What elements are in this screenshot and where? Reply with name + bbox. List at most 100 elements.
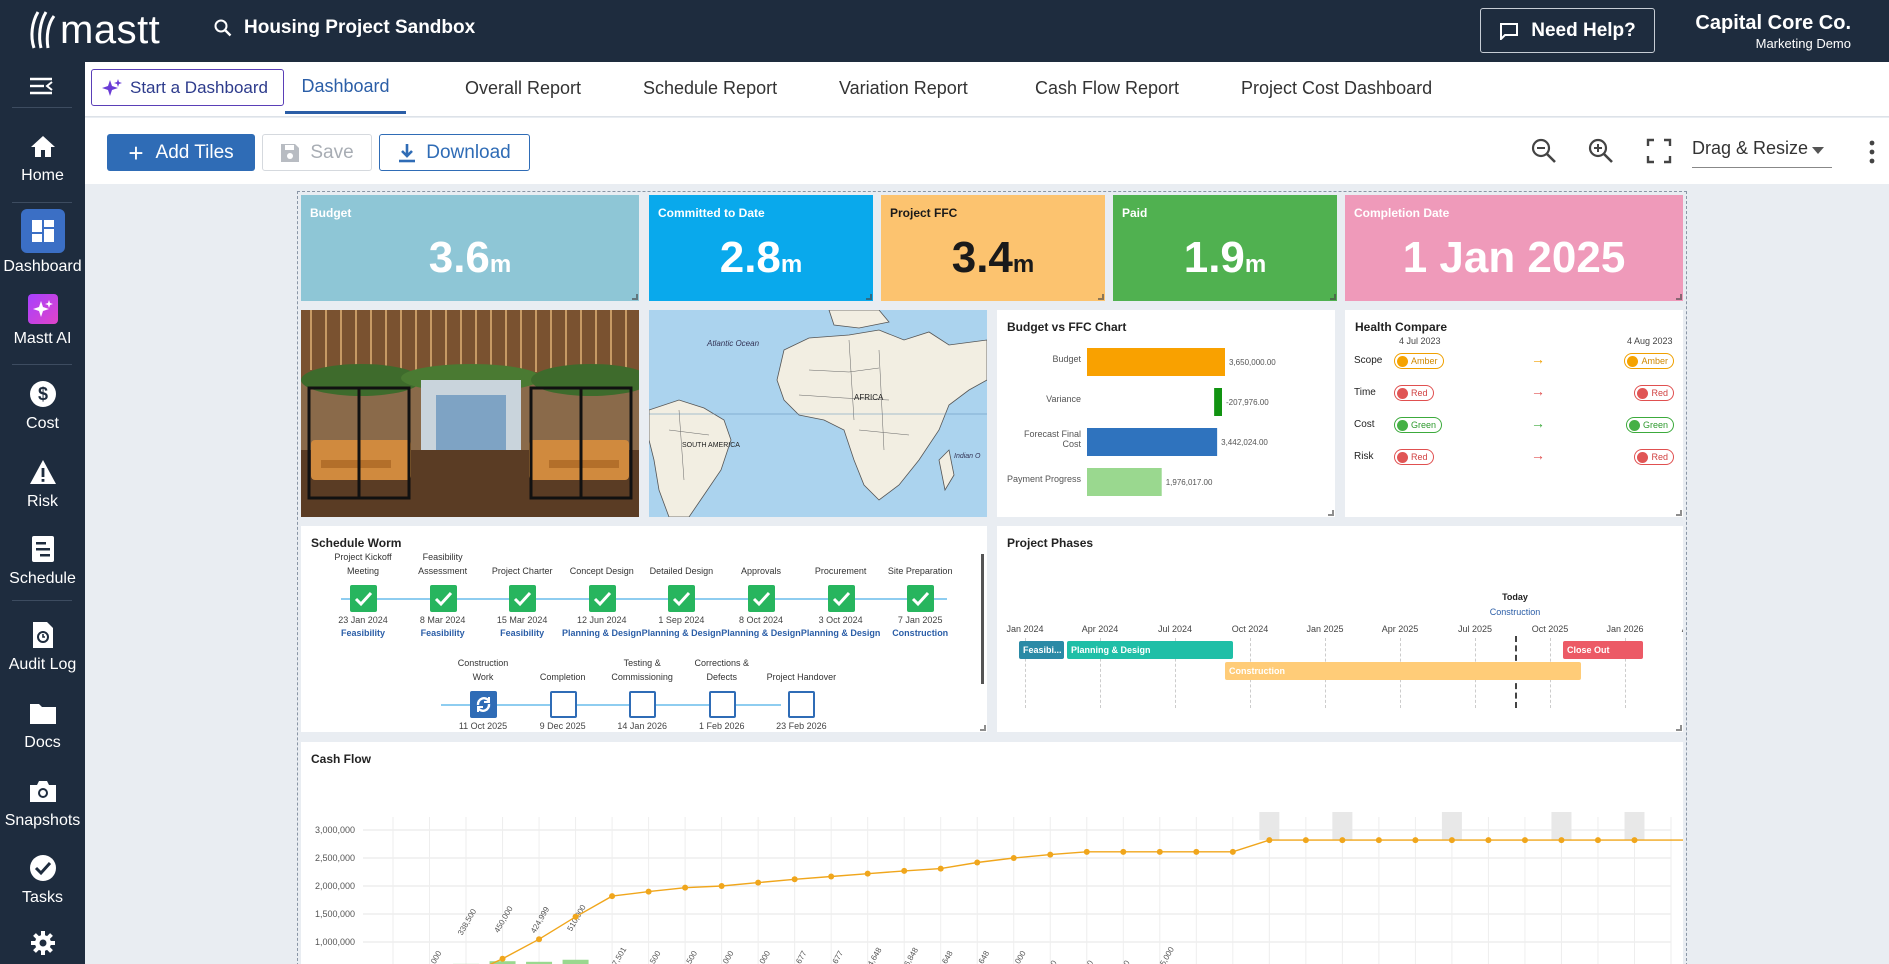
milestone-complete[interactable] [907,585,935,612]
scrollbar[interactable] [981,554,984,684]
budget-vs-ffc-tile[interactable]: Budget vs FFC Chart Budget 3,650,000.00 Va… [997,310,1335,517]
add-tiles-button[interactable]: + Add Tiles [107,134,255,171]
sidebar-item-schedule[interactable]: Schedule [0,532,85,588]
mode-select[interactable]: Drag & Resize [1692,138,1832,168]
cumulative-point[interactable] [572,913,579,920]
phase-bar[interactable]: Planning & Design [1067,641,1233,659]
sidebar-item-mastt-ai[interactable]: Mastt AI [0,292,85,348]
cumulative-point[interactable] [1448,837,1455,844]
start-dashboard-button[interactable]: Start a Dashboard [91,69,284,106]
need-help-button[interactable]: Need Help? [1480,8,1655,53]
sidebar-item-cost[interactable]: $ Cost [0,377,85,433]
phase-bar[interactable]: Close Out [1563,641,1643,659]
resize-handle[interactable] [632,294,638,300]
health-compare-tile[interactable]: Health Compare 4 Jul 2023 4 Aug 2023 Sco… [1345,310,1683,517]
tab-cash-flow-report[interactable]: Cash Flow Report [1035,62,1179,114]
cumulative-point[interactable] [1375,837,1382,844]
project-phases-tile[interactable]: Project Phases Jan 2024 Apr 2024 Jul 2024 O… [997,526,1683,732]
cumulative-point[interactable] [499,955,506,962]
kpi-completion-date-tile[interactable]: Completion Date 1 Jan 2025 [1345,195,1683,301]
fullscreen-icon[interactable] [1646,138,1672,169]
company-switcher[interactable]: Capital Core Co. Marketing Demo [1695,12,1851,51]
cumulative-point[interactable] [828,873,835,880]
sidebar-item-dashboard[interactable]: Dashboard [0,208,85,276]
milestone-pending[interactable] [549,691,577,718]
phase-bar[interactable]: Construction [1225,662,1581,680]
milestone-complete[interactable] [827,585,855,612]
milestone-complete[interactable] [350,585,377,612]
budget-bar[interactable] [1087,348,1225,376]
cumulative-point[interactable] [1521,837,1528,844]
sidebar-item-risk[interactable]: Risk [0,455,85,511]
milestone-pending[interactable] [788,691,816,718]
kpi-paid-tile[interactable]: Paid 1.9m [1113,195,1337,301]
more-options-icon[interactable] [1869,140,1875,169]
cumulative-point[interactable] [1083,848,1090,855]
kpi-committed-tile[interactable]: Committed to Date 2.8m [649,195,873,301]
resize-handle[interactable] [1676,510,1682,516]
resize-handle[interactable] [980,725,986,731]
milestone-complete[interactable] [748,585,775,612]
schedule-worm-tile[interactable]: Schedule Worm Project Kickoff Meeting 23 J… [301,526,987,732]
tab-schedule-report[interactable]: Schedule Report [643,62,777,114]
cumulative-point[interactable] [1485,837,1492,844]
resize-handle[interactable] [1328,510,1334,516]
cumulative-point[interactable] [1266,837,1273,844]
cumulative-point[interactable] [974,859,981,866]
milestone-complete[interactable] [668,585,696,612]
resize-handle[interactable] [1676,725,1682,731]
download-button[interactable]: Download [379,134,530,171]
cumulative-point[interactable] [1229,848,1236,855]
sidebar-item-audit-log[interactable]: Audit Log [0,618,85,674]
milestone-complete[interactable] [429,585,457,612]
resize-handle[interactable] [1098,294,1104,300]
project-selector[interactable]: Housing Project Sandbox [214,17,475,39]
cumulative-point[interactable] [937,865,944,872]
cumulative-point[interactable] [1594,837,1601,844]
sidebar-item-home[interactable]: Home [0,129,85,185]
cumulative-point[interactable] [1631,837,1638,844]
resize-handle[interactable] [1330,294,1336,300]
cumulative-point[interactable] [536,936,543,943]
sidebar-item-settings[interactable] [0,926,85,960]
cumulative-point[interactable] [682,884,689,891]
cumulative-point[interactable] [1047,851,1054,858]
cumulative-point[interactable] [645,888,652,895]
phase-bar[interactable]: Feasibi... [1019,641,1064,659]
project-map-tile[interactable]: Atlantic Ocean AFRICA SOUTH AMERICA Indi… [649,310,987,517]
budget-bar[interactable] [1087,468,1162,496]
kpi-project-ffc-tile[interactable]: Project FFC 3.4m [881,195,1105,301]
resize-handle[interactable] [866,294,872,300]
cumulative-point[interactable] [1120,848,1127,855]
cash-flow-tile[interactable]: Cash Flow 3,000,000 2,500,000 2,000,000 1,5… [301,742,1683,964]
cumulative-point[interactable] [901,867,908,874]
zoom-out-icon[interactable] [1531,138,1557,169]
tab-project-cost-dashboard[interactable]: Project Cost Dashboard [1241,62,1432,114]
cumulative-point[interactable] [1010,855,1017,861]
milestone-in-progress[interactable] [470,691,497,718]
cumulative-point[interactable] [609,893,616,900]
sidebar-item-docs[interactable]: Docs [0,696,85,752]
cumulative-point[interactable] [1156,848,1163,855]
sidebar-item-tasks[interactable]: Tasks [0,851,85,907]
cumulative-point[interactable] [718,883,725,889]
sidebar-item-snapshots[interactable]: Snapshots [0,774,85,830]
project-photo-tile[interactable] [301,310,639,517]
tab-variation-report[interactable]: Variation Report [839,62,968,114]
tab-dashboard[interactable]: Dashboard [285,62,406,114]
budget-bar[interactable] [1087,428,1218,456]
zoom-in-icon[interactable] [1588,138,1614,169]
cashflow-bar[interactable] [562,959,589,964]
cumulative-point[interactable] [755,879,762,886]
mastt-logo[interactable]: mastt [28,6,160,54]
cumulative-point[interactable] [1339,837,1346,844]
milestone-complete[interactable] [509,585,537,612]
cumulative-point[interactable] [864,870,871,877]
cumulative-point[interactable] [1558,837,1565,844]
cumulative-point[interactable] [1193,848,1200,855]
cumulative-point[interactable] [1412,837,1419,844]
kpi-budget-tile[interactable]: Budget 3.6m [301,195,639,301]
cumulative-point[interactable] [791,876,798,883]
tab-overall-report[interactable]: Overall Report [465,62,581,114]
menu-toggle-icon[interactable] [28,76,54,101]
